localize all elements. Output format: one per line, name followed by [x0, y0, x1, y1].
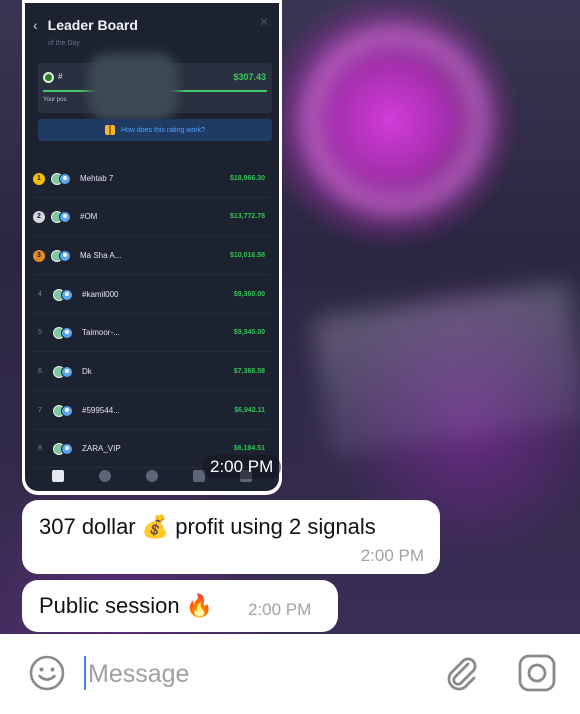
silver-medal-icon: 2 — [33, 210, 45, 223]
trader-profit: $6,184.51 — [233, 445, 265, 452]
trader-profit: $18,966.30 — [229, 175, 265, 182]
leaderboard-row: 1 Mehtab 7 $18,966.30 — [33, 160, 271, 198]
my-position-card: # $307.43 Your pos — [38, 53, 272, 121]
gold-medal-icon: 1 — [33, 172, 45, 185]
message-bubble[interactable]: Public session 🔥 2:00 PM — [22, 580, 338, 632]
image-icon — [52, 470, 65, 482]
close-icon: ✕ — [258, 15, 269, 29]
message-time: 2:00 PM — [248, 600, 312, 619]
message-text: Public session 🔥 — [39, 593, 214, 618]
user-icon — [145, 470, 158, 482]
leaderboard-row: 4 #kamil000 $9,360.00 — [33, 276, 271, 314]
trader-name: #599544... — [82, 406, 120, 415]
gift-icon — [104, 125, 115, 135]
back-arrow-icon: ‹ — [33, 17, 38, 33]
smiley-icon[interactable] — [28, 654, 66, 692]
message-input-bar — [0, 634, 580, 714]
avatar — [51, 172, 73, 185]
message-input[interactable] — [88, 654, 418, 694]
wallpaper-blur-text — [311, 282, 580, 458]
trader-profit: $7,368.58 — [233, 368, 265, 375]
position-label: Your pos — [43, 97, 67, 103]
trader-profit: $9,360.00 — [233, 291, 265, 298]
text-cursor — [84, 656, 86, 690]
trader-name: Mehtab 7 — [80, 174, 114, 183]
rating-help-banner: How does this rating work? — [38, 119, 272, 141]
my-hash: # — [58, 72, 63, 81]
avatar — [53, 442, 75, 455]
trader-name: Ma Sha A... — [80, 251, 122, 260]
trader-name: ZARA_VIP — [82, 444, 121, 453]
trader-profit: $10,016.58 — [229, 252, 265, 259]
avatar — [53, 404, 75, 417]
rank-number: 7 — [38, 407, 42, 414]
trader-name: Dk — [82, 367, 92, 376]
leaderboard-title: Leader Board — [47, 17, 138, 33]
instagram-camera-icon[interactable] — [516, 652, 558, 694]
rank-number: 4 — [38, 291, 42, 298]
rank-number: 8 — [38, 445, 42, 452]
trader-profit: $13,772.78 — [229, 213, 265, 220]
avatar — [51, 210, 73, 223]
bronze-medal-icon: 3 — [33, 249, 45, 262]
leaderboard-row: 3 Ma Sha A... $10,016.58 — [33, 237, 271, 275]
rating-help-text: How does this rating work? — [120, 126, 206, 134]
avatar — [51, 249, 73, 262]
trader-name: Taimoor-... — [82, 328, 120, 337]
wallpaper-blur-ring — [300, 25, 490, 215]
message-text: 307 dollar 💰 profit using 2 signals — [39, 514, 376, 539]
message-bubble[interactable]: 307 dollar 💰 profit using 2 signals 2:00… — [22, 500, 440, 574]
censor-blur — [88, 53, 178, 121]
trader-name: #OM — [80, 212, 98, 221]
image-message-bubble[interactable]: ‹ Leader Board of the Day ✕ # $307.43 Yo… — [22, 0, 282, 495]
trader-profit: $6,942.11 — [234, 407, 265, 414]
avatar — [53, 288, 75, 301]
leaderboard-header: ‹ Leader Board — [33, 17, 138, 33]
trader-profit: $9,345.00 — [233, 329, 265, 336]
rank-number: 6 — [38, 368, 42, 375]
message-time: 2:00 PM — [360, 546, 424, 565]
avatar — [53, 365, 75, 378]
leaderboard-row: 5 Taimoor-... $9,345.00 — [33, 314, 271, 352]
paperclip-icon[interactable] — [441, 652, 481, 692]
image-timestamp: 2:00 PM — [202, 455, 282, 479]
leaderboard-row: 7 #599544... $6,942.11 — [33, 392, 271, 430]
rank-number: 5 — [38, 329, 42, 336]
my-profit: $307.43 — [233, 72, 266, 82]
leaderboard-subtitle: of the Day — [48, 40, 80, 47]
flag-icon — [43, 72, 54, 83]
trader-name: #kamil000 — [82, 290, 119, 299]
help-icon — [99, 470, 112, 482]
avatar — [53, 326, 75, 339]
leaderboard-row: 6 Dk $7,368.58 — [33, 353, 271, 391]
leaderboard-row: 2 #OM $13,772.78 — [33, 198, 271, 236]
leaderboard-screenshot[interactable]: ‹ Leader Board of the Day ✕ # $307.43 Yo… — [25, 3, 279, 491]
